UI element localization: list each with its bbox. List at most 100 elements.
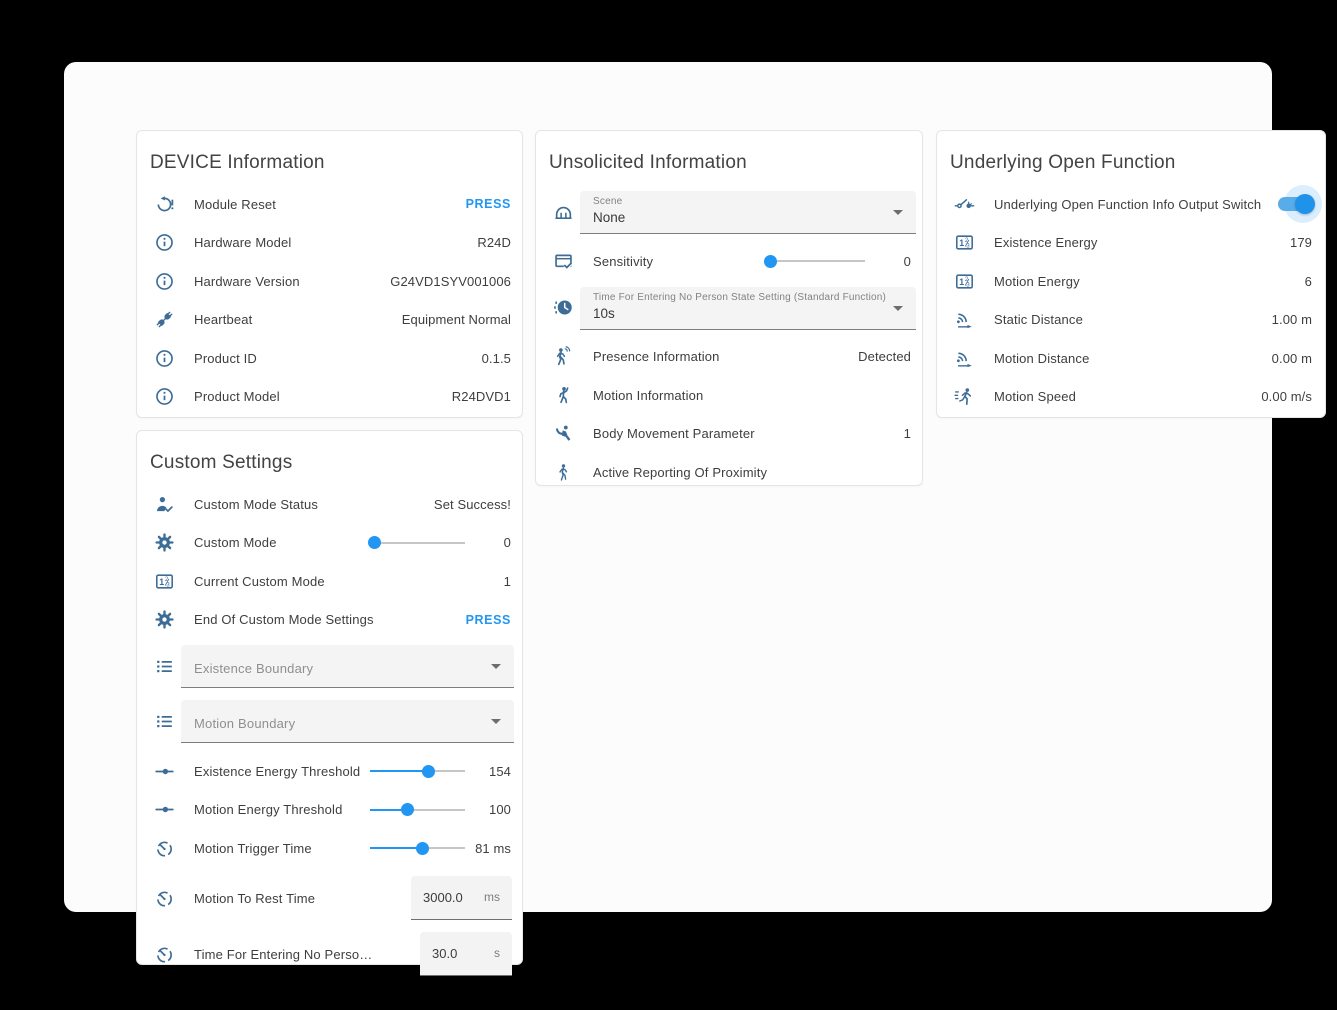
row-label: Existence Energy Threshold: [194, 764, 370, 779]
static-distance-row: Static Distance 1.00 m: [937, 301, 1325, 340]
info-output-toggle[interactable]: [1278, 194, 1312, 214]
row-label: Motion Distance: [994, 351, 1272, 366]
input-unit: s: [494, 946, 500, 960]
sensitivity-slider[interactable]: [765, 254, 865, 268]
hardware-model-row: Hardware Model R24D: [137, 224, 522, 263]
signal-arrow-icon: [952, 309, 976, 331]
select-value: 10s: [593, 306, 886, 321]
scene-icon: [551, 201, 575, 223]
select-value: None: [593, 210, 886, 225]
row-value: 1.00 m: [1272, 312, 1312, 327]
slider-thumb[interactable]: [401, 803, 414, 816]
row-value: Detected: [858, 349, 911, 364]
motion-energy-threshold-slider[interactable]: [370, 803, 465, 817]
row-label: Motion Trigger Time: [194, 841, 370, 856]
unsolicited-information-card: Unsolicited Information Scene None Sensi…: [535, 130, 923, 486]
row-value: 6: [1305, 274, 1312, 289]
row-label: Sensitivity: [593, 254, 765, 269]
pin-123-icon: [952, 232, 976, 254]
row-value: 0.00 m: [1272, 351, 1312, 366]
hardware-version-row: Hardware Version G24VD1SYV001006: [137, 262, 522, 301]
slider-thumb[interactable]: [416, 842, 429, 855]
motion-trigger-time-slider[interactable]: [370, 841, 465, 855]
slider-dot-icon: [152, 799, 176, 821]
input-value[interactable]: 30.0: [432, 946, 457, 961]
slider-thumb[interactable]: [764, 255, 777, 268]
gear-icon: [152, 532, 176, 554]
motion-to-rest-time-input[interactable]: 3000.0 ms: [411, 876, 512, 920]
end-of-custom-mode-row: End Of Custom Mode Settings PRESS: [137, 601, 522, 640]
row-label: Motion Energy: [994, 274, 1305, 289]
row-label: Body Movement Parameter: [593, 426, 904, 441]
row-value: R24DVD1: [452, 389, 511, 404]
select-label: Scene: [593, 196, 886, 207]
sensitivity-row: Sensitivity 0: [536, 242, 922, 281]
no-person-time-input[interactable]: 30.0 s: [420, 932, 512, 976]
no-person-time-select[interactable]: Time For Entering No Person State Settin…: [580, 287, 916, 330]
info-icon: [152, 232, 176, 254]
card-title: Unsolicited Information: [549, 150, 906, 176]
existence-boundary-select[interactable]: Existence Boundary: [181, 645, 514, 688]
row-label: Underlying Open Function Info Output Swi…: [994, 197, 1278, 212]
row-label: Custom Mode Status: [194, 497, 434, 512]
card-title: DEVICE Information: [150, 150, 506, 176]
custom-settings-card: Custom Settings Custom Mode Status Set S…: [136, 430, 523, 965]
row-label: End Of Custom Mode Settings: [194, 612, 466, 627]
module-reset-press-button[interactable]: PRESS: [466, 197, 511, 211]
timer-icon: [152, 943, 176, 965]
row-value: R24D: [477, 235, 511, 250]
existence-energy-threshold-slider[interactable]: [370, 764, 465, 778]
device-information-card: DEVICE Information Module Reset PRESS Ha…: [136, 130, 523, 418]
row-label: Existence Energy: [994, 235, 1290, 250]
card-title: Underlying Open Function: [950, 150, 1309, 176]
slider-fill: [370, 847, 422, 849]
presence-information-row: Presence Information Detected: [536, 338, 922, 377]
motion-boundary-row: Motion Boundary: [137, 697, 522, 746]
row-label: Active Reporting Of Proximity: [593, 465, 911, 480]
custom-mode-status-row: Custom Mode Status Set Success!: [137, 485, 522, 524]
info-icon: [152, 347, 176, 369]
existence-boundary-row: Existence Boundary: [137, 642, 522, 691]
slider-value: 0: [465, 535, 511, 550]
info-icon: [152, 386, 176, 408]
custom-mode-slider[interactable]: [370, 536, 465, 550]
motion-boundary-select[interactable]: Motion Boundary: [181, 700, 514, 743]
no-person-time-row: Time For Entering No Person State Settin…: [536, 284, 922, 333]
slider-fill: [370, 770, 429, 772]
row-label: Hardware Model: [194, 235, 477, 250]
app-surface: DEVICE Information Module Reset PRESS Ha…: [64, 62, 1272, 912]
pin-123-icon: [152, 570, 176, 592]
row-label: Static Distance: [994, 312, 1272, 327]
slider-thumb[interactable]: [422, 765, 435, 778]
dropdown-arrow-icon: [491, 664, 501, 669]
slider-thumb[interactable]: [368, 536, 381, 549]
heartbeat-row: Heartbeat Equipment Normal: [137, 301, 522, 340]
row-value: Set Success!: [434, 497, 511, 512]
slider-track[interactable]: [370, 542, 465, 544]
row-label: Module Reset: [194, 197, 466, 212]
clock-dashed-icon: [551, 297, 575, 319]
row-label: Hardware Version: [194, 274, 390, 289]
product-id-row: Product ID 0.1.5: [137, 339, 522, 378]
no-person-time-input-row: Time For Entering No Perso… 30.0 s: [137, 929, 522, 980]
motion-trigger-time-row: Motion Trigger Time 81 ms: [137, 829, 522, 868]
motion-person-icon: [551, 384, 575, 406]
reset-icon: [152, 193, 176, 215]
scene-select[interactable]: Scene None: [580, 191, 916, 234]
list-icon: [152, 710, 176, 732]
slider-track[interactable]: [765, 260, 865, 262]
row-label: Motion Information: [593, 388, 911, 403]
info-icon: [152, 270, 176, 292]
input-value[interactable]: 3000.0: [423, 890, 463, 905]
list-icon: [152, 655, 176, 677]
slider-value: 0: [865, 254, 911, 269]
scene-row: Scene None: [536, 188, 922, 237]
row-value: 1: [504, 574, 511, 589]
motion-speed-row: Motion Speed 0.00 m/s: [937, 378, 1325, 417]
gear-icon: [152, 609, 176, 631]
existence-energy-threshold-row: Existence Energy Threshold 154: [137, 752, 522, 791]
row-label: Presence Information: [593, 349, 858, 364]
current-custom-mode-row: Current Custom Mode 1: [137, 562, 522, 601]
row-label: Motion Energy Threshold: [194, 802, 370, 817]
end-custom-mode-press-button[interactable]: PRESS: [466, 613, 511, 627]
